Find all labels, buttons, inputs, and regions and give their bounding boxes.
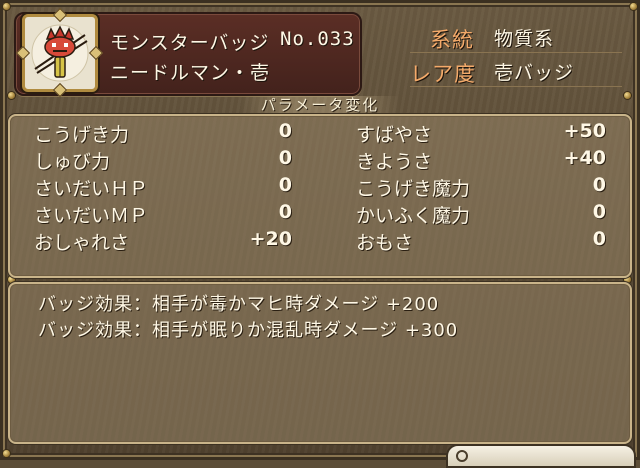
stat-value-dexterity: +40 bbox=[563, 147, 606, 169]
button-circle-icon bbox=[456, 450, 468, 462]
stat-value-healing-magic: 0 bbox=[592, 201, 606, 223]
frame-stud bbox=[3, 450, 10, 457]
stat-label-attack-magic: こうげき魔力 bbox=[356, 178, 471, 200]
stat-value-attack-magic: 0 bbox=[592, 174, 606, 196]
needleman-icon bbox=[31, 24, 89, 82]
monster-badge-image bbox=[15, 7, 104, 98]
stat-label-healing-magic: かいふく魔力 bbox=[356, 205, 471, 227]
stat-label-weight: おもさ bbox=[356, 232, 414, 254]
badge-number: No.033 bbox=[280, 28, 355, 50]
parameter-panel: こうげき力 0 しゅび力 0 さいだいＨＰ 0 さいだいＭＰ 0 おしゃれさ +… bbox=[8, 114, 632, 278]
frame-stud bbox=[3, 3, 10, 10]
badge-effect-panel: バッジ効果：相手が毒かマヒ時ダメージ +200 バッジ効果：相手が眠りか混乱時ダ… bbox=[8, 282, 632, 444]
stat-label-attack: こうげき力 bbox=[34, 124, 130, 146]
stat-value-attack: 0 bbox=[278, 120, 292, 142]
stat-label-max-hp: さいだいＨＰ bbox=[34, 178, 149, 200]
stat-value-max-hp: 0 bbox=[278, 174, 292, 196]
stat-label-dexterity: きようさ bbox=[356, 151, 433, 173]
system-value: 物質系 bbox=[494, 28, 555, 50]
divider bbox=[410, 52, 622, 53]
stat-label-max-mp: さいだいＭＰ bbox=[34, 205, 149, 227]
stat-value-defense: 0 bbox=[278, 147, 292, 169]
badge-name: ニードルマン・壱 bbox=[110, 62, 271, 84]
stat-value-speed: +50 bbox=[563, 120, 606, 142]
rarity-value: 壱バッジ bbox=[494, 62, 575, 84]
info-panel: 系統 物質系 レア度 壱バッジ bbox=[410, 22, 622, 87]
frame-stud bbox=[8, 92, 15, 99]
frame-stud bbox=[630, 3, 637, 10]
corner-action-button[interactable] bbox=[446, 444, 636, 468]
badge-effect-2: バッジ効果：相手が眠りか混乱時ダメージ +300 bbox=[38, 320, 459, 341]
stat-label-style: おしゃれさ bbox=[34, 232, 130, 254]
rarity-label: レア度 bbox=[410, 62, 476, 86]
stat-value-style: +20 bbox=[249, 228, 292, 250]
section-title: パラメータ変化 bbox=[240, 96, 400, 114]
stat-label-defense: しゅび力 bbox=[34, 151, 111, 173]
stat-value-weight: 0 bbox=[592, 228, 606, 250]
divider bbox=[410, 86, 622, 87]
badge-effect-1: バッジ効果：相手が毒かマヒ時ダメージ +200 bbox=[38, 294, 440, 315]
badge-category: モンスターバッジ bbox=[110, 32, 270, 54]
frame-stud bbox=[624, 92, 631, 99]
stat-value-max-mp: 0 bbox=[278, 201, 292, 223]
stat-label-speed: すばやさ bbox=[356, 124, 433, 146]
system-label: 系統 bbox=[430, 28, 474, 52]
